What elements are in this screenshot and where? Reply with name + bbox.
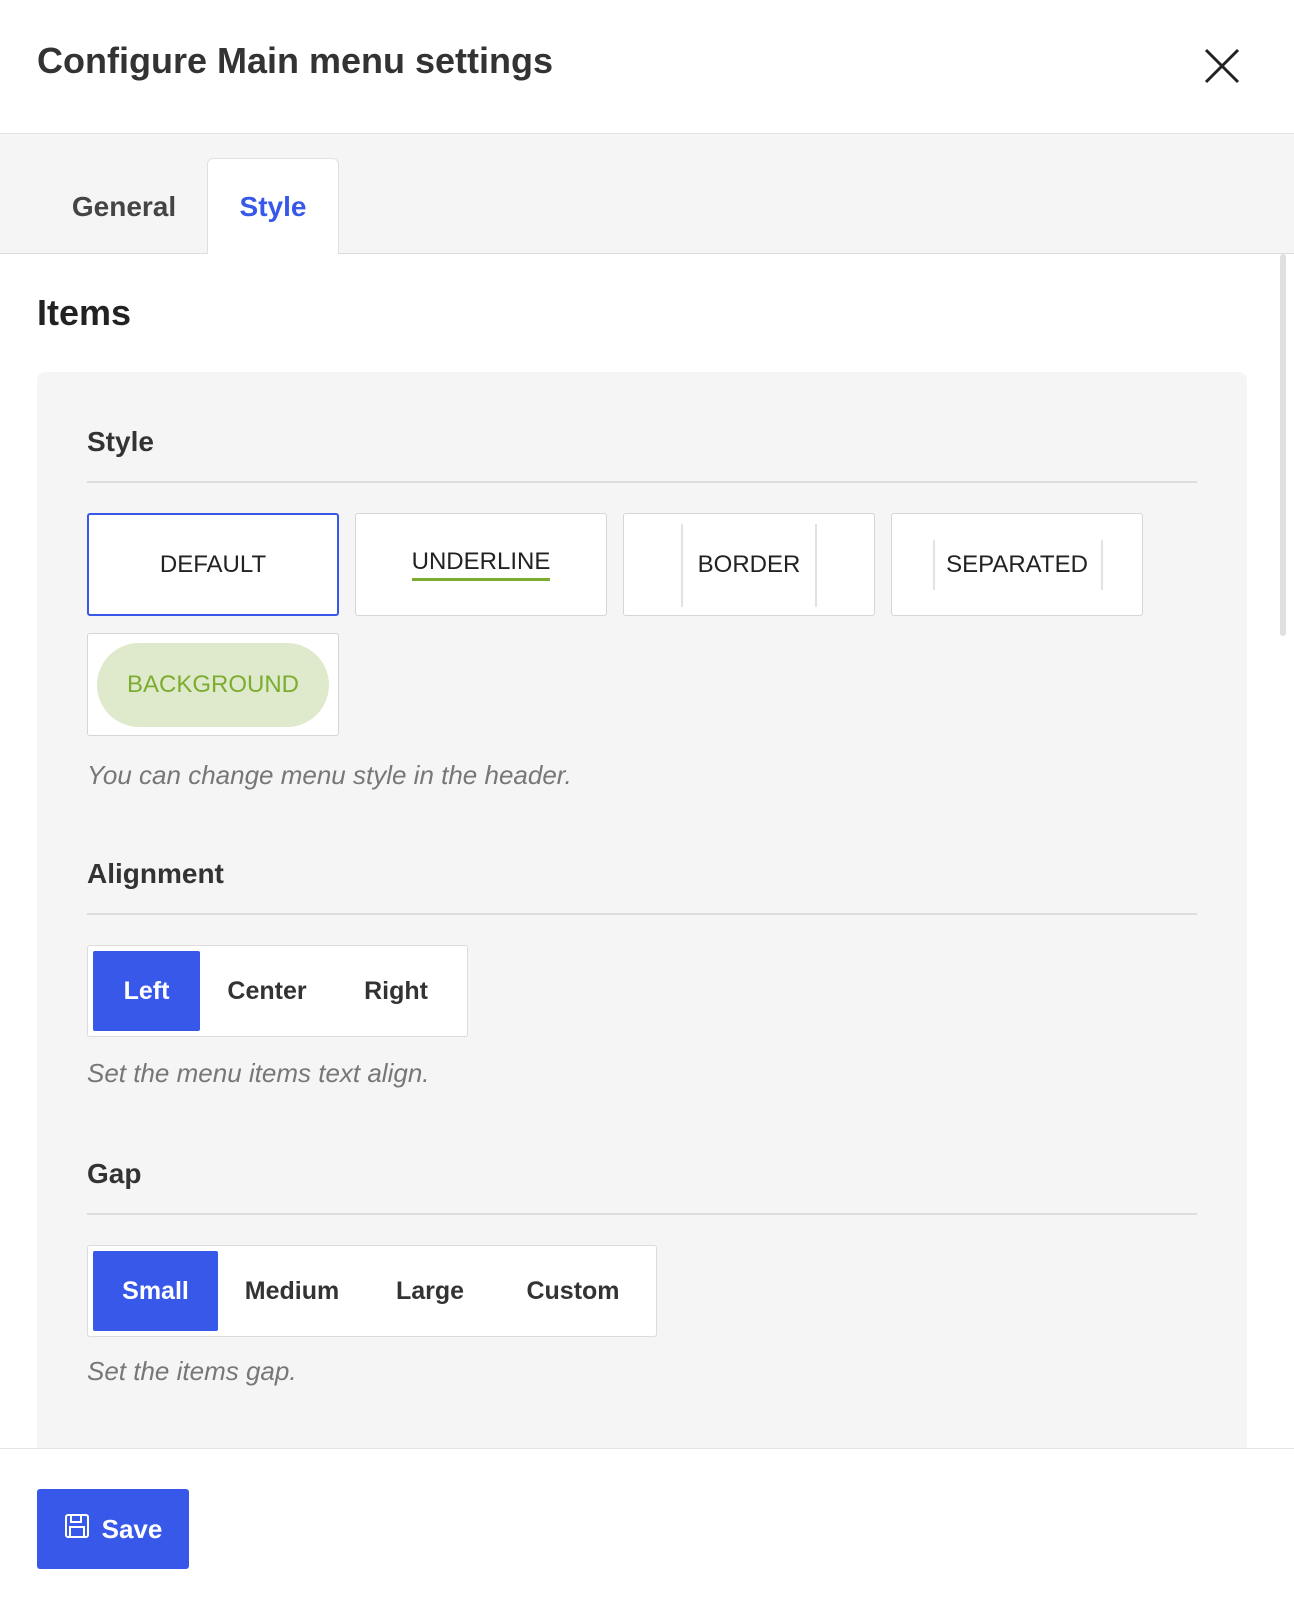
gap-custom-button[interactable]: Custom [498, 1251, 648, 1331]
gap-segmented-control: Small Medium Large Custom [87, 1245, 657, 1337]
gap-divider [87, 1213, 1197, 1215]
settings-modal: Configure Main menu settings General Sty… [0, 0, 1294, 1604]
alignment-help-text: Set the menu items text align. [87, 1058, 430, 1088]
style-option-background-pill: BACKGROUND [97, 642, 329, 727]
tab-style[interactable]: Style [207, 158, 339, 255]
gap-small-button[interactable]: Small [93, 1251, 218, 1331]
style-option-background-label: BACKGROUND [126, 670, 300, 698]
separator-right-line [1101, 540, 1103, 590]
tab-general[interactable]: General [40, 158, 208, 255]
style-option-border-label: BORDER [697, 550, 801, 578]
alignment-right-button[interactable]: Right [338, 951, 454, 1031]
alignment-label: Alignment [87, 858, 224, 889]
style-option-underline-label: UNDERLINE [411, 548, 551, 581]
section-title: Items [37, 292, 132, 333]
gap-label: Gap [87, 1158, 142, 1189]
modal-footer: Save [0, 1448, 1294, 1604]
style-option-separated-label: SEPARATED [946, 550, 1088, 578]
save-button-label: Save [101, 1513, 163, 1544]
content-scrollbar[interactable] [1280, 254, 1286, 636]
save-button[interactable]: Save [37, 1489, 189, 1569]
close-icon[interactable] [1200, 44, 1244, 88]
style-option-border[interactable]: BORDER [623, 513, 875, 616]
gap-large-button[interactable]: Large [370, 1251, 490, 1331]
items-panel: Style DEFAULT UNDERLINE BORDER SEPARATED… [37, 372, 1247, 1448]
modal-title: Configure Main menu settings [37, 40, 554, 81]
alignment-left-button[interactable]: Left [93, 951, 200, 1031]
alignment-segmented-control: Left Center Right [87, 945, 468, 1037]
tab-bar: General Style [0, 134, 1294, 255]
tab-content: Items Style DEFAULT UNDERLINE BORDER SEP… [0, 254, 1294, 1448]
style-option-background[interactable]: BACKGROUND [87, 633, 339, 736]
modal-header: Configure Main menu settings [0, 0, 1294, 134]
gap-help-text: Set the items gap. [87, 1356, 297, 1386]
gap-medium-button[interactable]: Medium [224, 1251, 360, 1331]
border-right-line [815, 524, 817, 607]
floppy-disk-icon [64, 1513, 90, 1546]
alignment-center-button[interactable]: Center [206, 951, 328, 1031]
alignment-divider [87, 913, 1197, 915]
style-help-text: You can change menu style in the header. [87, 760, 572, 790]
style-option-default-label: DEFAULT [159, 550, 267, 578]
style-option-separated[interactable]: SEPARATED [891, 513, 1143, 616]
separator-left-line [933, 540, 935, 590]
style-divider [87, 481, 1197, 483]
style-label: Style [87, 426, 154, 457]
style-option-underline[interactable]: UNDERLINE [355, 513, 607, 616]
style-option-default[interactable]: DEFAULT [87, 513, 339, 616]
border-left-line [681, 524, 683, 607]
